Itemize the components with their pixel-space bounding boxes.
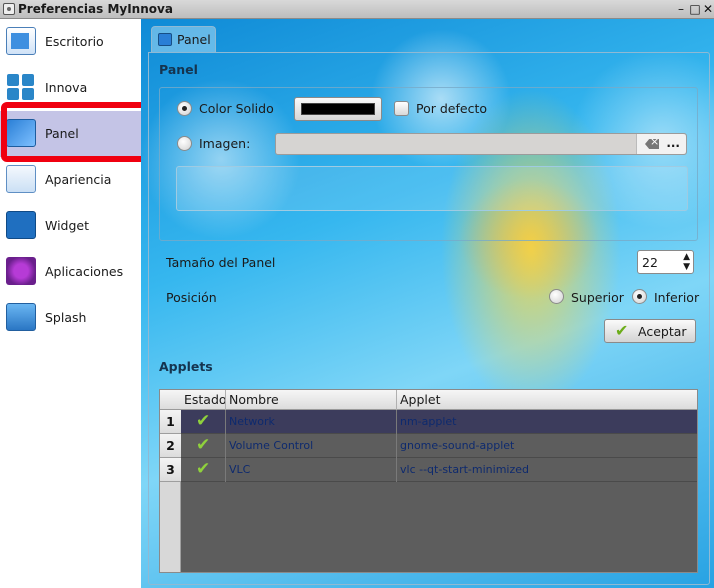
splash-icon <box>6 303 36 331</box>
color-picker-button[interactable] <box>294 97 382 121</box>
sidebar: Escritorio Innova Panel Apariencia Widge… <box>0 19 141 588</box>
sidebar-item-label: Apariencia <box>45 172 112 187</box>
panel-icon <box>6 119 36 147</box>
app-menu-icon[interactable] <box>3 3 15 15</box>
window-title: Preferencias MyInnova <box>18 2 173 16</box>
browse-label: ... <box>666 136 680 150</box>
title-bar: Preferencias MyInnova – □ ✕ <box>0 0 714 19</box>
close-icon[interactable]: ✕ <box>701 2 714 16</box>
column-header-estado[interactable]: Estado <box>184 392 227 407</box>
sidebar-item-label: Splash <box>45 310 87 325</box>
applet-name: Volume Control <box>229 439 314 452</box>
table-row[interactable]: 1 ✔ Network nm-applet <box>160 410 697 434</box>
position-top-radio[interactable] <box>549 289 564 304</box>
image-label: Imagen: <box>199 136 251 151</box>
sidebar-item-label: Escritorio <box>45 34 104 49</box>
maximize-icon[interactable]: □ <box>688 2 702 16</box>
table-row[interactable]: 3 ✔ VLC vlc --qt-start-minimized <box>160 458 697 482</box>
image-browse-button[interactable]: ... <box>636 134 686 154</box>
image-radio[interactable] <box>177 136 192 151</box>
row-number: 1 <box>160 410 181 434</box>
enabled-check-icon[interactable]: ✔ <box>196 460 210 478</box>
sidebar-item-splash[interactable]: Splash <box>0 295 141 341</box>
tab-label: Panel <box>177 32 211 47</box>
spin-arrows-icon[interactable]: ▲ ▼ <box>683 252 690 272</box>
panel-icon <box>158 33 172 46</box>
table-header: Estado Nombre Applet <box>160 390 697 410</box>
column-header-applet[interactable]: Applet <box>400 392 441 407</box>
position-label: Posición <box>166 290 217 305</box>
appearance-icon <box>6 165 36 193</box>
sidebar-item-label: Innova <box>45 80 88 95</box>
sidebar-item-escritorio[interactable]: Escritorio <box>0 19 141 65</box>
applications-icon <box>6 257 36 285</box>
check-icon: ✔ <box>615 321 629 340</box>
table-row[interactable]: 2 ✔ Volume Control gnome-sound-applet <box>160 434 697 458</box>
panel-size-spinbox[interactable]: 22 ▲ ▼ <box>637 250 694 274</box>
applet-command: nm-applet <box>400 415 457 428</box>
applet-command: gnome-sound-applet <box>400 439 515 452</box>
applet-command: vlc --qt-start-minimized <box>400 463 529 476</box>
enabled-check-icon[interactable]: ✔ <box>196 412 210 430</box>
color-swatch <box>301 103 375 115</box>
innova-icon <box>6 73 36 101</box>
enabled-check-icon[interactable]: ✔ <box>196 436 210 454</box>
panel-preview <box>176 166 688 211</box>
position-bottom-label: Inferior <box>654 290 700 305</box>
image-path-input[interactable]: ... <box>275 133 687 155</box>
minimize-icon[interactable]: – <box>674 2 688 16</box>
sidebar-item-apariencia[interactable]: Apariencia <box>0 157 141 203</box>
widget-icon <box>6 211 36 239</box>
sidebar-item-aplicaciones[interactable]: Aplicaciones <box>0 249 141 295</box>
tab-panel[interactable]: Panel <box>151 26 216 52</box>
row-number: 3 <box>160 458 181 482</box>
sidebar-item-label: Aplicaciones <box>45 264 124 279</box>
position-bottom-radio[interactable] <box>632 289 647 304</box>
clear-icon[interactable] <box>645 139 659 149</box>
applets-table: Estado Nombre Applet 1 ✔ Network nm-appl… <box>159 389 698 573</box>
color-solid-radio[interactable] <box>177 101 192 116</box>
default-checkbox[interactable] <box>394 101 409 116</box>
sidebar-item-panel[interactable]: Panel <box>0 111 141 157</box>
applet-name: Network <box>229 415 275 428</box>
panel-size-value: 22 <box>642 255 658 270</box>
applet-name: VLC <box>229 463 251 476</box>
sidebar-item-label: Panel <box>45 126 79 141</box>
accept-label: Aceptar <box>638 324 687 339</box>
sidebar-item-widget[interactable]: Widget <box>0 203 141 249</box>
column-header-nombre[interactable]: Nombre <box>229 392 279 407</box>
accept-button[interactable]: ✔ Aceptar <box>604 319 696 343</box>
sidebar-item-label: Widget <box>45 218 90 233</box>
default-label: Por defecto <box>416 101 487 116</box>
color-solid-label: Color Solido <box>199 101 274 116</box>
applets-section-title: Applets <box>159 359 213 374</box>
main-content: Panel Panel Color Solido Por defecto Ima… <box>141 19 714 588</box>
row-number: 2 <box>160 434 181 458</box>
position-top-label: Superior <box>571 290 624 305</box>
desktop-icon <box>6 27 36 55</box>
sidebar-item-innova[interactable]: Innova <box>0 65 141 111</box>
panel-size-label: Tamaño del Panel <box>166 255 276 270</box>
panel-section-title: Panel <box>159 62 198 77</box>
